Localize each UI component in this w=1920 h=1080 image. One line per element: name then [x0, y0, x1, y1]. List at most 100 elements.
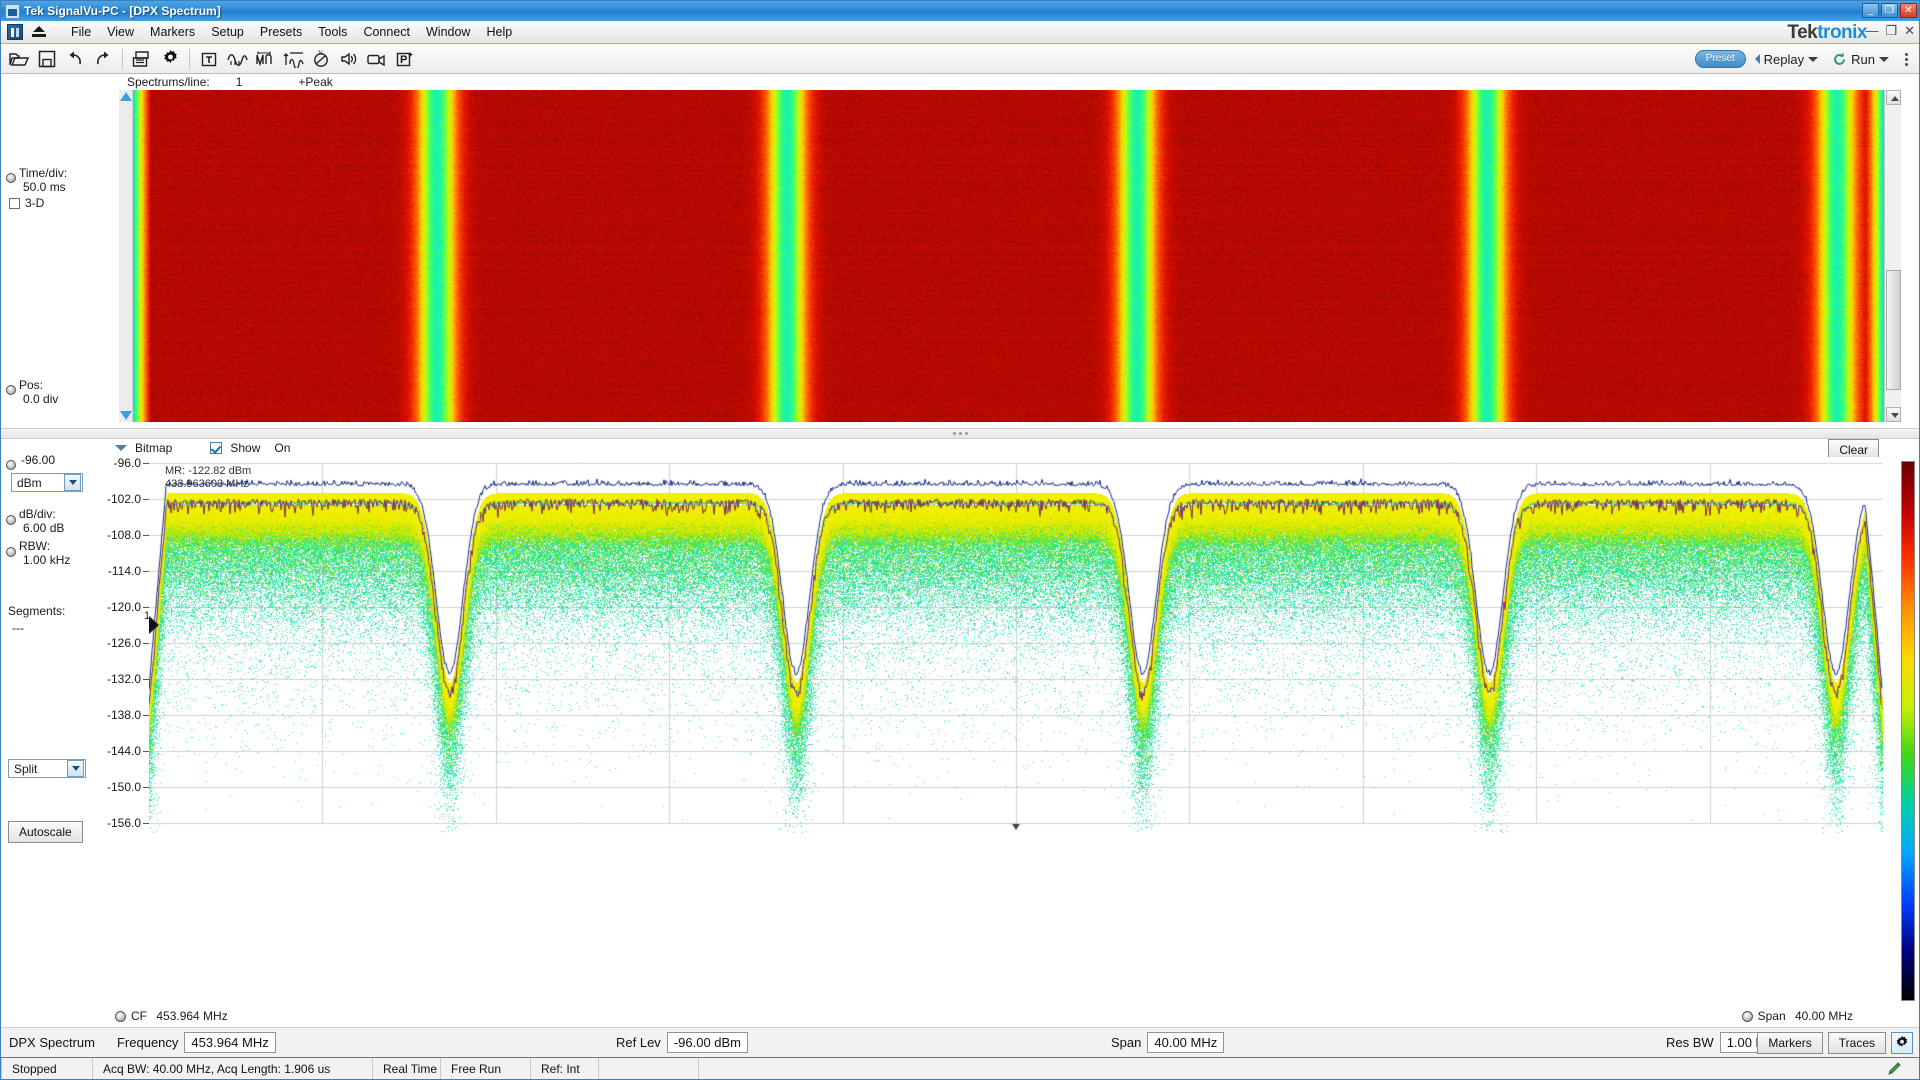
bitmap-label[interactable]: Bitmap: [135, 441, 172, 455]
mdi-restore-button[interactable]: ❐: [1885, 24, 1897, 37]
save-icon[interactable]: [33, 46, 61, 72]
eject-icon[interactable]: [29, 23, 49, 41]
show-checkbox[interactable]: [210, 442, 223, 454]
print-icon[interactable]: [128, 46, 156, 72]
toolbar-right-controls: Preset Replay Run: [1694, 44, 1915, 74]
window-buttons: _ ❐ ✕: [1862, 3, 1917, 18]
video-icon[interactable]: [363, 46, 391, 72]
replay-chevron-down-icon[interactable]: [1808, 56, 1819, 62]
segments-value: ---: [12, 621, 24, 635]
layout-select[interactable]: Split: [8, 759, 86, 778]
rbw-control[interactable]: RBW: 1.00 kHz: [19, 539, 70, 567]
layout-select-chevron-down-icon[interactable]: [67, 760, 84, 777]
spectrogram-detection-value[interactable]: +Peak: [298, 75, 332, 89]
pencil-icon[interactable]: [1871, 1058, 1919, 1079]
application-window: Tek SignalVu-PC - [DPX Spectrum] _ ❐ ✕ F…: [0, 0, 1920, 1080]
mdi-close-button[interactable]: ✕: [1904, 24, 1915, 37]
run-chevron-down-icon[interactable]: [1879, 56, 1889, 62]
window-restore-button[interactable]: ❐: [1881, 3, 1898, 18]
toolbar-separator: [189, 48, 190, 69]
ref-level-value[interactable]: -96.00: [21, 453, 55, 467]
y-axis-tick-label: -144.0: [106, 744, 141, 758]
db-div-knob[interactable]: [6, 515, 16, 525]
dpx-spectrum-display[interactable]: [149, 457, 1883, 833]
rbw-knob[interactable]: [6, 547, 16, 557]
scrollbar-down-arrow-icon[interactable]: [1885, 407, 1901, 422]
spectrogram-display[interactable]: [133, 90, 1884, 422]
run-button[interactable]: Run: [1827, 50, 1894, 69]
ref-level-knob[interactable]: [6, 460, 16, 470]
audio-icon[interactable]: [335, 46, 363, 72]
window-close-button[interactable]: ✕: [1900, 3, 1917, 18]
mdi-minimize-button[interactable]: —: [1865, 24, 1878, 37]
replay-label: Replay: [1763, 51, 1805, 67]
three-d-toggle[interactable]: 3-D: [9, 196, 44, 210]
window-minimize-button[interactable]: _: [1862, 3, 1879, 18]
spectrogram-top-marker-icon[interactable]: [120, 92, 132, 101]
undo-icon[interactable]: [61, 46, 89, 72]
preset-p-icon[interactable]: P: [391, 46, 419, 72]
y-axis-tick-label: -156.0: [106, 816, 141, 830]
scrollbar-thumb[interactable]: [1886, 270, 1901, 390]
menu-item-view[interactable]: View: [99, 22, 142, 42]
menu-item-file[interactable]: File: [63, 22, 99, 42]
unit-select[interactable]: dBm: [11, 473, 83, 492]
ref-lev-input[interactable]: -96.00 dBm: [666, 1032, 749, 1053]
text-marker-icon[interactable]: [195, 46, 223, 72]
markers-button[interactable]: Markers: [1757, 1031, 1823, 1054]
menu-item-markers[interactable]: Markers: [142, 22, 203, 42]
time-div-control[interactable]: Time/div: 50.0 ms: [19, 166, 67, 194]
preset-button[interactable]: Preset: [1694, 50, 1746, 68]
autoscale-button[interactable]: Autoscale: [8, 821, 83, 843]
time-div-knob[interactable]: [6, 173, 16, 183]
res-bw-label: Res BW: [1666, 1035, 1714, 1050]
compass-icon[interactable]: N: [307, 46, 335, 72]
three-d-checkbox[interactable]: [9, 198, 20, 209]
frequency-input[interactable]: 453.964 MHz: [184, 1032, 276, 1053]
menu-item-tools[interactable]: Tools: [310, 22, 355, 42]
segments-readout: Segments: ---: [8, 603, 65, 637]
amplitude-icon[interactable]: [279, 46, 307, 72]
menu-item-setup[interactable]: Setup: [203, 22, 252, 42]
db-div-control[interactable]: dB/div: 6.00 dB: [19, 507, 64, 535]
span-label: Span: [1757, 1009, 1786, 1023]
spectrum-trace-icon[interactable]: [223, 46, 251, 72]
db-div-value: 6.00 dB: [23, 521, 65, 535]
unit-select-chevron-down-icon[interactable]: [64, 474, 81, 491]
spectrogram-scrollbar[interactable]: [1884, 90, 1901, 422]
spectrum-pane: -96.00 dBm dB/div: 6.00 dB RBW: 1.00 kHz…: [1, 439, 1919, 1027]
overflow-menu-icon[interactable]: [1898, 49, 1915, 70]
menu-item-presets[interactable]: Presets: [252, 22, 310, 42]
svg-text:N: N: [318, 51, 322, 57]
menu-item-help[interactable]: Help: [478, 22, 520, 42]
y-axis-tick-label: -138.0: [106, 708, 141, 722]
span-input[interactable]: 40.00 MHz: [1147, 1032, 1225, 1053]
spectrum-top-bar: Bitmap Show On Clear: [101, 439, 1919, 461]
bitmap-chevron-down-icon[interactable]: [115, 445, 127, 451]
replay-prev-icon[interactable]: [1754, 54, 1760, 64]
pane-splitter[interactable]: [1, 428, 1919, 439]
measurement-name: DPX Spectrum: [9, 1035, 95, 1050]
settings-gear-icon[interactable]: [156, 46, 184, 72]
span-knob-icon[interactable]: [1741, 1011, 1753, 1022]
dpx-colorbar-gradient: [1901, 461, 1915, 1001]
spectrums-per-line-value[interactable]: 1: [236, 75, 243, 89]
menu-item-connect[interactable]: Connect: [355, 22, 418, 42]
title-bar: Tek SignalVu-PC - [DPX Spectrum] _ ❐ ✕: [1, 1, 1919, 21]
cf-knob-icon[interactable]: [115, 1011, 126, 1022]
open-folder-icon[interactable]: [5, 46, 33, 72]
cf-readout[interactable]: CF 453.964 MHz: [115, 1009, 228, 1023]
menu-item-window[interactable]: Window: [418, 22, 478, 42]
scrollbar-up-arrow-icon[interactable]: [1885, 90, 1901, 105]
position-knob[interactable]: [6, 385, 16, 395]
replay-button[interactable]: Replay: [1750, 50, 1823, 69]
traces-button[interactable]: Traces: [1827, 1031, 1886, 1054]
gear-icon[interactable]: [1891, 1031, 1913, 1054]
redo-icon[interactable]: [89, 46, 117, 72]
spectrogram-bottom-marker-icon[interactable]: [120, 411, 132, 420]
position-control[interactable]: Pos: 0.0 div: [19, 378, 58, 406]
span-readout[interactable]: Span 40.00 MHz: [1741, 1009, 1853, 1023]
db-div-label: dB/div:: [19, 507, 56, 521]
layout-select-value: Split: [14, 761, 38, 776]
peak-markers-icon[interactable]: [251, 46, 279, 72]
